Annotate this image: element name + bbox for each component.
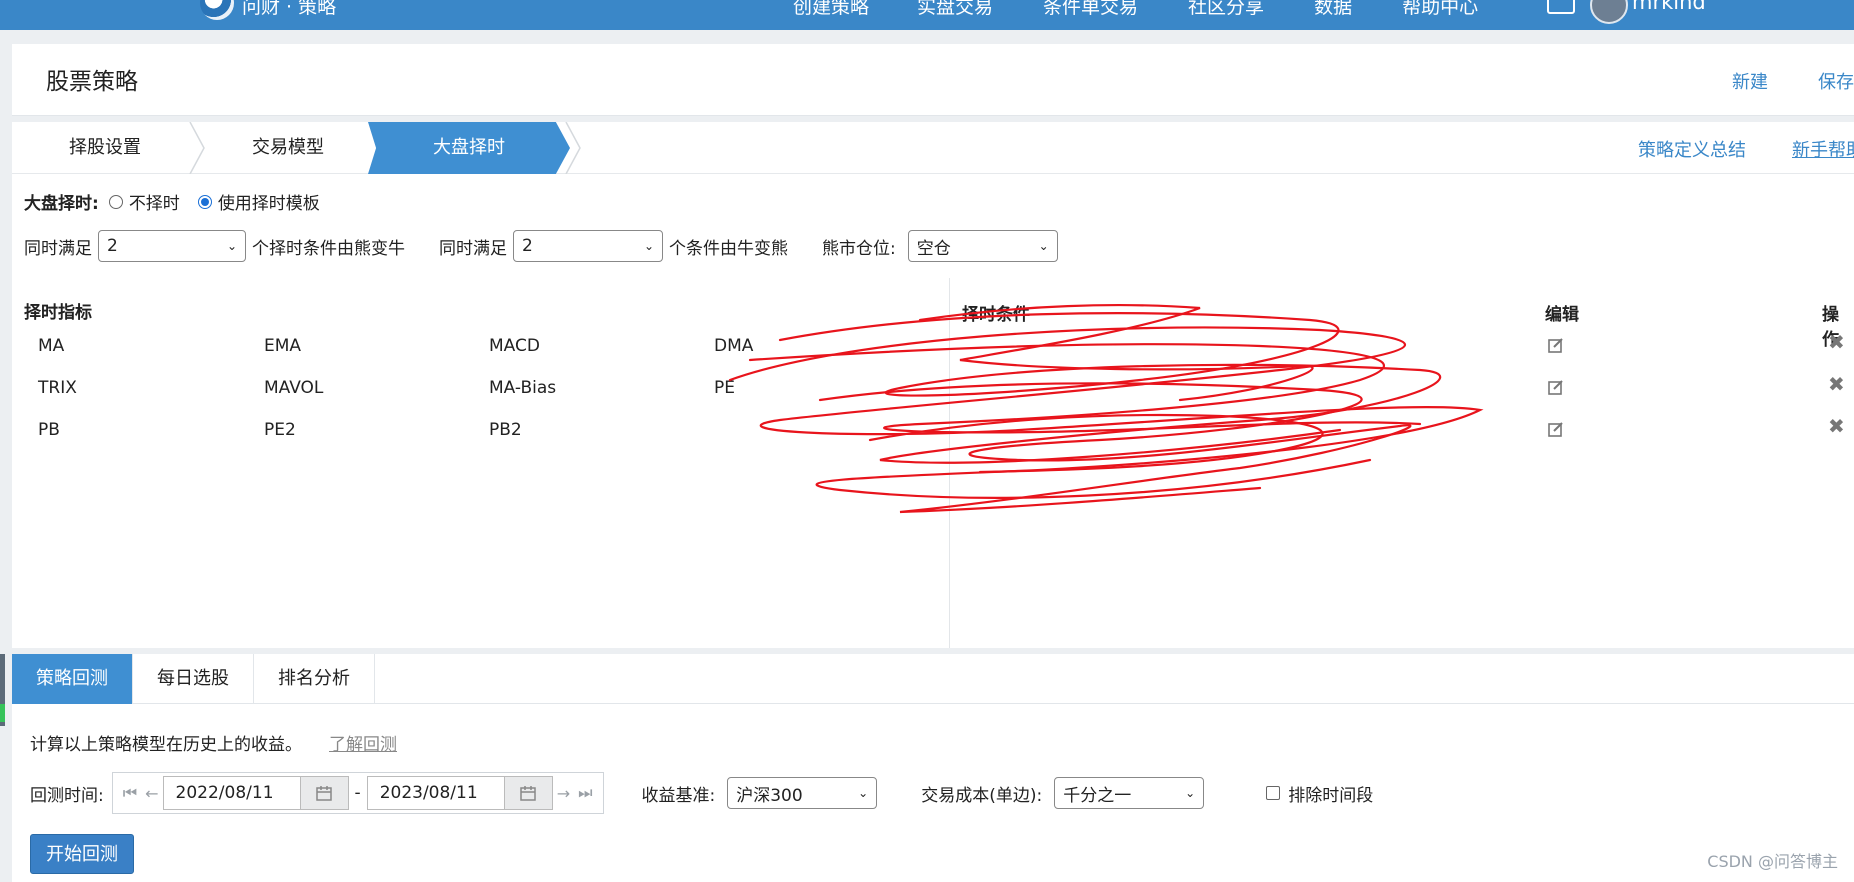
trade-cost-select[interactable]: 千分之一 ⌄ [1054,777,1205,809]
radio-no-timing[interactable] [108,194,123,209]
bear-position-label: 熊市仓位: [822,238,896,259]
watermark: CSDN @问答博主 [1707,852,1838,871]
step-market-timing[interactable]: 大盘择时 [368,122,570,174]
avatar[interactable] [1590,0,1628,24]
edit-icon[interactable] [1547,336,1565,354]
chevron-down-icon: ⌄ [226,239,237,253]
bear-count-value: 2 [522,236,533,256]
last-period-icon[interactable]: ⏭ [578,783,592,803]
nav-create-strategy[interactable]: 创建策略 [793,0,869,19]
indicator-pb[interactable]: PB [38,420,60,440]
backtest-description: 计算以上策略模型在历史上的收益。 [30,735,302,755]
indicator-ma-bias[interactable]: MA-Bias [489,378,556,398]
bear-condition-prefix: 同时满足 [439,238,507,259]
logo-text: 问财 · 策略 [242,0,337,18]
benchmark-value: 沪深300 [736,785,803,806]
delete-icon[interactable]: ✖ [1828,414,1845,438]
date-range-dash: - [354,783,361,803]
page-header: 股票策略 新建 保存 [12,44,1854,116]
indicator-macd[interactable]: MACD [489,336,540,356]
indicator-mavol[interactable]: MAVOL [264,378,323,398]
redaction-scribble [728,304,1484,514]
nav-conditional-order[interactable]: 条件单交易 [1043,0,1138,19]
backtest-settings-row: 回测时间: ⏮ ← 2022/08/11 - 2023/08/11 → ⏭ 收益… [30,772,1373,814]
trade-cost-label: 交易成本(单边): [921,785,1043,806]
calendar-icon[interactable] [504,776,553,810]
top-nav-bar: 问财 · 策略 创建策略 实盘交易 条件单交易 社区分享 数据 帮助中心 mrk… [0,0,1854,30]
benchmark-label: 收益基准: [641,785,716,806]
bottom-tabs: 策略回测 每日选股 排名分析 [12,654,1854,704]
bull-condition-prefix: 同时满足 [24,238,92,259]
backtest-panel: 策略回测 每日选股 排名分析 计算以上策略模型在历史上的收益。 了解回测 回测时… [12,654,1854,882]
bull-condition-suffix: 个择时条件由熊变牛 [252,238,405,259]
step-tabs: 择股设置 交易模型 大盘择时 策略定义总结 新手帮助 [12,122,1854,174]
date-range-picker: ⏮ ← 2022/08/11 - 2023/08/11 → ⏭ [111,772,604,814]
chevron-down-icon: ⌄ [643,239,654,253]
step-stock-selection[interactable]: 择股设置 [12,122,198,174]
start-date-input[interactable]: 2022/08/11 [162,776,301,810]
prev-period-icon[interactable]: ← [145,784,158,803]
save-button[interactable]: 保存 [1818,68,1854,94]
timing-indicators-title: 择时指标 [24,303,92,323]
chevron-down-icon: ⌄ [1038,239,1049,253]
top-nav-menu: 创建策略 实盘交易 条件单交易 社区分享 数据 帮助中心 [793,0,1528,19]
start-backtest-button[interactable]: 开始回测 [30,834,134,874]
bear-position-value: 空仓 [916,238,951,259]
tab-ranking-analysis[interactable]: 排名分析 [254,654,375,704]
radio-use-template-label: 使用择时模板 [217,194,320,214]
edit-icon[interactable] [1547,378,1565,396]
logo-icon[interactable] [200,0,234,20]
indicator-ema[interactable]: EMA [264,336,301,356]
timing-conditions-row: 同时满足 2 ⌄ 个择时条件由熊变牛 同时满足 2 ⌄ 个条件由牛变熊 熊市仓位… [24,230,1064,262]
exclude-period-label: 排除时间段 [1288,785,1374,806]
indicator-pb2[interactable]: PB2 [489,420,522,440]
bull-count-value: 2 [107,236,118,256]
nav-help-center[interactable]: 帮助中心 [1402,0,1478,19]
radio-use-template[interactable] [197,194,212,209]
indicator-pe2[interactable]: PE2 [264,420,296,440]
message-icon[interactable] [1547,0,1575,14]
beginner-help-link[interactable]: 新手帮助 [1792,136,1854,162]
chevron-down-icon: ⌄ [1185,786,1196,800]
chevron-down-icon: ⌄ [858,786,869,800]
bear-condition-suffix: 个条件由牛变熊 [669,238,788,259]
first-period-icon[interactable]: ⏮ [123,783,137,803]
next-period-icon[interactable]: → [557,784,570,803]
col-header-edit: 编辑 [1545,305,1579,325]
nav-community[interactable]: 社区分享 [1188,0,1264,19]
indicator-ma[interactable]: MA [38,336,64,356]
edit-icon[interactable] [1547,420,1565,438]
tab-backtest[interactable]: 策略回测 [12,654,133,704]
bear-count-select[interactable]: 2 ⌄ [513,230,663,262]
strategy-summary-link[interactable]: 策略定义总结 [1638,136,1746,162]
calendar-icon[interactable] [300,776,349,810]
nav-live-trading[interactable]: 实盘交易 [917,0,993,19]
backtest-time-label: 回测时间: [30,785,104,806]
learn-backtest-link[interactable]: 了解回测 [329,730,397,755]
trade-cost-value: 千分之一 [1063,785,1132,806]
page-title: 股票策略 [46,69,138,95]
exclude-period-checkbox[interactable] [1266,786,1281,800]
benchmark-select[interactable]: 沪深300 ⌄ [727,777,878,809]
step-separator [565,122,581,174]
radio-no-timing-label: 不择时 [128,194,180,214]
left-edge-indicator [0,704,5,722]
bear-position-select[interactable]: 空仓 ⌄ [907,230,1058,262]
bull-count-select[interactable]: 2 ⌄ [98,230,246,262]
indicator-trix[interactable]: TRIX [38,378,77,398]
delete-icon[interactable]: ✖ [1828,330,1845,354]
new-button[interactable]: 新建 [1732,68,1768,94]
end-date-input[interactable]: 2023/08/11 [366,776,505,810]
nav-data[interactable]: 数据 [1314,0,1352,19]
delete-icon[interactable]: ✖ [1828,372,1845,396]
step-trade-model[interactable]: 交易模型 [198,122,378,174]
market-timing-label: 大盘择时: [24,194,99,214]
market-timing-row: 大盘择时: 不择时 使用择时模板 [24,189,320,214]
tab-daily-pick[interactable]: 每日选股 [133,654,254,704]
username[interactable]: mrkind [1632,0,1706,14]
